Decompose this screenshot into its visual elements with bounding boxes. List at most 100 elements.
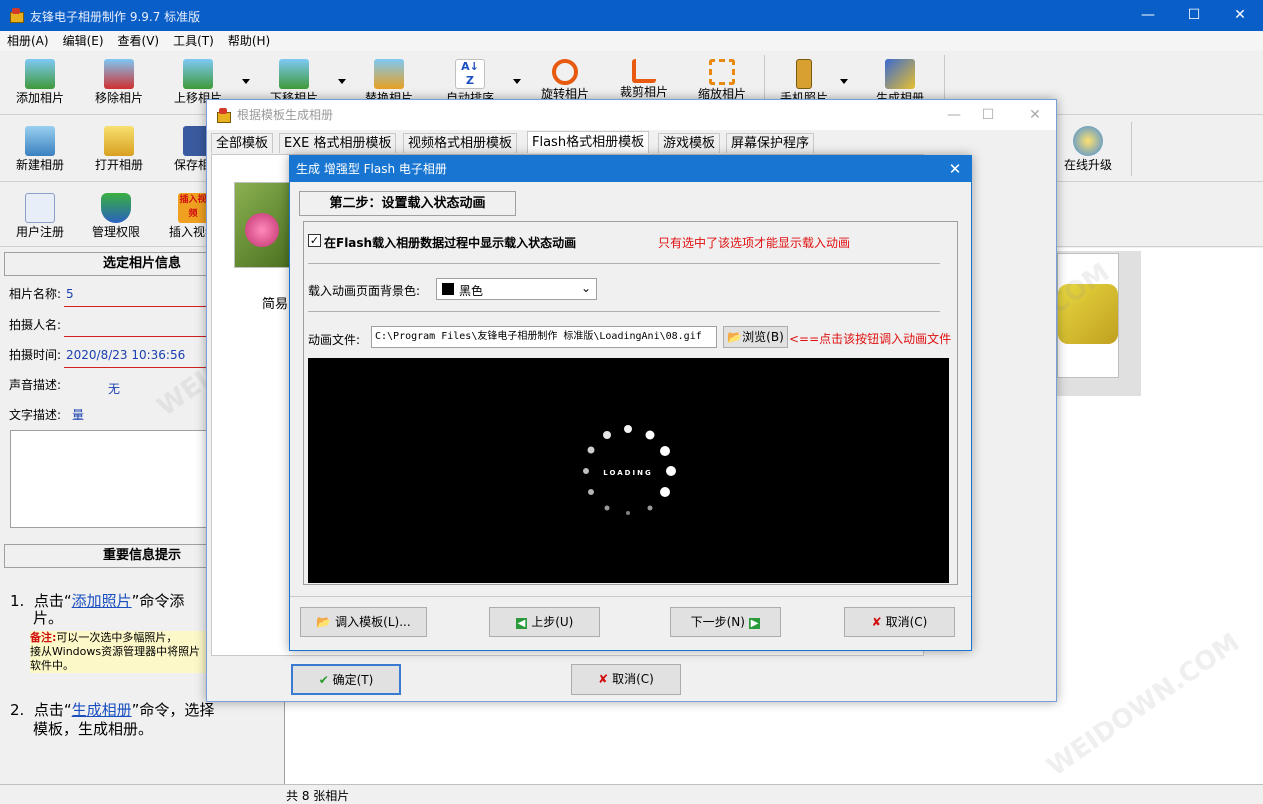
new-album-icon	[25, 126, 55, 156]
move-down-dropdown-icon[interactable]	[338, 79, 346, 84]
crop-icon	[632, 59, 656, 83]
maximize-button[interactable]: ☐	[1171, 0, 1217, 31]
phone-dropdown-icon[interactable]	[840, 79, 848, 84]
hint-browse: <==点击该按钮调入动画文件	[789, 332, 952, 346]
shoot-time-value[interactable]: 2020/8/23 10:36:56	[66, 348, 185, 362]
minimize-button[interactable]: —	[1125, 0, 1171, 31]
photo-name-label: 相片名称:	[9, 287, 62, 301]
flash-dialog: 生成 增强型 Flash 电子相册 ✕ 第二步：设置载入状态动画 ✓ 在Flas…	[289, 155, 972, 651]
menu-tools[interactable]: 工具(T)	[166, 31, 221, 51]
generate-album-link[interactable]: 生成相册	[72, 701, 132, 719]
template-cancel-button[interactable]: ✘ 取消(C)	[571, 664, 681, 695]
main-title-bar: 友锋电子相册制作 9.9.7 标准版 — ☐ ✕	[0, 0, 1263, 31]
anim-file-input[interactable]: C:\Program Files\友锋电子相册制作 标准版\LoadingAni…	[371, 326, 717, 348]
close-button[interactable]: ✕	[1217, 0, 1263, 31]
tab-all-templates[interactable]: 全部模板	[211, 133, 274, 153]
register-icon	[25, 193, 55, 223]
button-divider	[290, 596, 971, 597]
template-dialog-maximize[interactable]: ☐	[965, 100, 1011, 130]
check-icon: ✔	[318, 673, 329, 687]
prev-step-button[interactable]: ◀ 上步(U)	[489, 607, 600, 637]
status-bar: 共 8 张相片	[0, 784, 1263, 803]
open-album-button[interactable]: 打开相册	[83, 126, 155, 172]
flash-dialog-close[interactable]: ✕	[940, 156, 970, 182]
flash-dialog-title-bar: 生成 增强型 Flash 电子相册 ✕	[290, 156, 971, 182]
photographer-label: 拍摄人名:	[9, 318, 62, 332]
online-upgrade-button[interactable]: 在线升级	[1052, 126, 1124, 172]
cancel-x-icon: ✘	[871, 615, 882, 629]
step-label: 第二步：设置载入状态动画	[299, 191, 516, 216]
next-step-button[interactable]: 下一步(N) ▶	[670, 607, 781, 637]
spinner-dot	[604, 505, 610, 511]
spinner-dot	[660, 487, 670, 497]
new-album-button[interactable]: 新建相册	[4, 126, 76, 172]
load-template-button[interactable]: 📂 调入模板(L)...	[300, 607, 427, 637]
spinner-dot	[660, 446, 670, 456]
open-album-label: 打开相册	[94, 158, 143, 172]
main-window-title: 友锋电子相册制作 9.9.7 标准版	[30, 10, 201, 24]
remove-photo-button[interactable]: 移除相片	[83, 59, 155, 105]
bg-color-label: 载入动画页面背景色:	[308, 284, 421, 298]
text-desc-value[interactable]: 量	[72, 406, 84, 423]
template-cancel-label: 取消(C)	[612, 672, 654, 686]
menu-view[interactable]: 查看(V)	[111, 31, 167, 51]
browse-button[interactable]: 📂浏览(B)	[723, 326, 788, 348]
online-upgrade-icon	[1073, 126, 1103, 156]
tip-1-number: 1.	[10, 592, 25, 610]
zoom-photo-button[interactable]: 缩放相片	[686, 59, 758, 101]
status-photo-count: 共 8 张相片	[286, 789, 350, 803]
move-up-dropdown-icon[interactable]	[242, 79, 250, 84]
move-down-photo-icon	[279, 59, 309, 89]
divider-1	[308, 263, 940, 264]
new-album-label: 新建相册	[15, 158, 64, 172]
color-swatch	[442, 283, 454, 295]
permission-button[interactable]: 管理权限	[80, 193, 152, 239]
rotate-icon	[552, 59, 578, 85]
flash-cancel-button[interactable]: ✘ 取消(C)	[844, 607, 955, 637]
note-line-2: 接从Windows资源管理器中将照片	[30, 645, 201, 658]
spinner-dot	[647, 505, 653, 511]
menu-album[interactable]: 相册(A)	[0, 31, 56, 51]
show-loading-checkbox[interactable]: ✓	[308, 234, 321, 247]
register-button[interactable]: 用户注册	[4, 193, 76, 239]
remove-photo-icon	[104, 59, 134, 89]
spinner-dot	[603, 431, 611, 439]
add-photo-label: 添加相片	[15, 91, 64, 105]
load-template-label: 调入模板(L)...	[335, 615, 411, 629]
insert-video-icon: 插入视频	[178, 193, 208, 223]
tab-exe-templates[interactable]: EXE 格式相册模板	[279, 133, 397, 153]
add-photo-link[interactable]: 添加照片	[72, 592, 132, 610]
crop-photo-button[interactable]: 裁剪相片	[608, 59, 680, 99]
loading-preview: LOADING	[308, 358, 949, 583]
template-ok-button[interactable]: ✔ 确定(T)	[291, 664, 401, 695]
loading-spinner-graphic: LOADING	[583, 425, 676, 515]
menu-help[interactable]: 帮助(H)	[221, 31, 277, 51]
show-loading-label[interactable]: 在Flash载入相册数据过程中显示载入状态动画	[324, 234, 576, 251]
template-dialog-close[interactable]: ✕	[1012, 100, 1058, 130]
sound-desc-label: 声音描述:	[9, 378, 62, 392]
open-album-icon	[104, 126, 134, 156]
rotate-photo-button[interactable]: 旋转相片	[529, 59, 601, 101]
add-photo-button[interactable]: 添加相片	[4, 59, 76, 105]
template-tabs: 全部模板 EXE 格式相册模板 视频格式相册模板 Flash格式相册模板 游戏模…	[211, 131, 1053, 155]
spinner-dot	[587, 446, 595, 454]
generate-album-icon	[885, 59, 915, 89]
menu-edit[interactable]: 编辑(E)	[56, 31, 111, 51]
tab-screensaver[interactable]: 屏幕保护程序	[726, 133, 815, 153]
bg-color-select[interactable]: 黑色 ⌄	[436, 278, 597, 300]
hint-checkbox: 只有选中了该选项才能显示载入动画	[658, 236, 851, 250]
tab-video-templates[interactable]: 视频格式相册模板	[403, 133, 518, 153]
prev-step-label: 上步(U)	[531, 615, 574, 629]
spinner-dot	[624, 425, 632, 433]
template-preview-image[interactable]	[234, 182, 294, 268]
crop-photo-label: 裁剪相片	[619, 85, 668, 99]
sound-desc-value[interactable]: 无	[108, 380, 120, 397]
chevron-down-icon: ⌄	[581, 281, 592, 295]
tab-flash-templates[interactable]: Flash格式相册模板	[527, 131, 650, 153]
tab-game-templates[interactable]: 游戏模板	[658, 133, 721, 153]
tip-1-cont: 片。	[33, 609, 64, 627]
auto-sort-dropdown-icon[interactable]	[513, 79, 521, 84]
photo-name-value[interactable]: 5	[66, 287, 74, 301]
note-text: 可以一次选中多幅照片，	[56, 631, 178, 644]
replace-photo-icon	[374, 59, 404, 89]
